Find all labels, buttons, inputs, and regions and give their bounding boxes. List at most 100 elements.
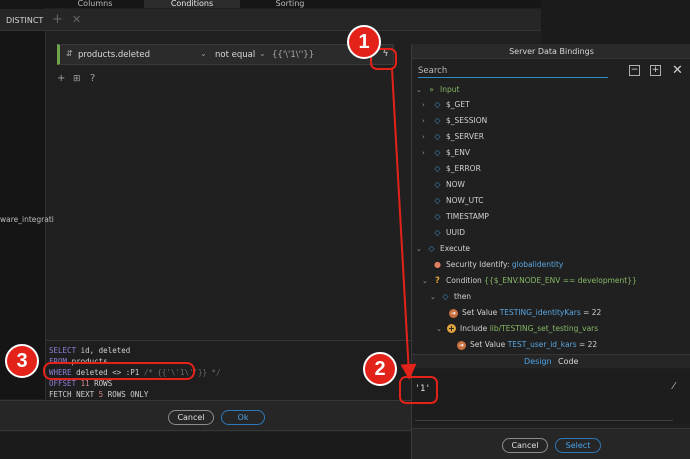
tree-item-label: Condition [446,276,485,285]
tree-item-value: lib/TESTING_set_testing_vars [489,324,599,333]
cube-icon: ◇ [434,180,441,189]
cube-icon: ◇ [434,164,441,173]
search-input[interactable] [418,65,608,78]
tree-item-now[interactable]: ◇ NOW [432,177,465,192]
tree-item-then[interactable]: ⌄ ◇ then [430,289,471,304]
tab-design[interactable]: Design [524,357,552,366]
chevron-right-icon[interactable]: › [422,98,432,113]
tree-item-condition[interactable]: ⌄? Condition {{$_ENV.NODE_ENV == developm… [422,273,637,288]
tree-item-now-utc[interactable]: ◇ NOW_UTC [432,193,484,208]
expression-value[interactable]: '1' [415,384,430,394]
chevron-down-icon[interactable]: ⌄ [422,274,432,289]
tree-item-error[interactable]: ◇ $_ERROR [432,161,481,176]
tree-item-security[interactable]: ● Security Identify: globalidentity [432,257,563,272]
tree-item-set-value[interactable]: ➜ Set Value TEST_user_id_kars = 22 [456,337,597,350]
chevron-right-icon[interactable]: › [422,130,432,145]
sql-keyword: WHERE [49,368,72,377]
tree-item-label: Set Value [462,308,500,317]
chevron-right-icon[interactable]: › [422,146,432,161]
sql-number: 11 [76,379,90,388]
user-icon: ● [434,260,441,269]
tree-item-timestamp[interactable]: ◇ TIMESTAMP [432,209,488,224]
sql-text: products [67,357,108,366]
double-chevron-icon: » [429,85,434,94]
tree-item-set-value[interactable]: ➜ Set Value TESTING_identityKars = 22 [448,305,601,320]
cube-icon: ◇ [428,244,435,253]
divider [415,420,673,421]
expression-editor[interactable]: '1' ⁄ [412,369,690,424]
bindings-tree: ⌄» Input › ◇ $_GET › ◇ $_SESSION › ◇ $_SERVER ›… [412,82,690,350]
tab-columns[interactable]: Columns [45,0,145,8]
add-rule-icon[interactable]: + [57,73,65,84]
collapse-all-icon[interactable]: − [629,65,640,76]
tree-item-uuid[interactable]: ◇ UUID [432,225,465,240]
action-icon-wrap: + [446,321,457,336]
tree-item-label: then [454,292,472,301]
sql-line-offset: OFFSET 11 ROWS [49,378,411,389]
tree-item-value: = 22 [576,340,598,349]
add-group-icon[interactable]: ⊞ [73,74,81,84]
condition-field-select[interactable]: products.deleted [78,50,150,60]
cancel-button[interactable]: Cancel [502,438,548,453]
sql-text: ROWS [89,379,113,388]
action-icon-wrap: ➜ [456,337,467,350]
tree-item-value: = 22 [580,308,602,317]
question-icon: ? [435,276,440,286]
chevron-down-icon[interactable]: ⌄ [416,242,426,257]
sql-line-where: WHERE deleted <> :P1 /* {{'\'1\''}} */ [49,367,411,378]
cancel-button[interactable]: Cancel [168,410,214,425]
cube-icon: ◇ [434,116,441,125]
tab-code[interactable]: Code [558,357,578,366]
sql-keyword: FROM [49,357,68,366]
sql-keyword: OFFSET [49,379,77,388]
distinct-toolbar: DISTINCT + ✕ [0,9,541,31]
tree-item-session[interactable]: › ◇ $_SESSION [422,113,487,128]
ok-button[interactable]: Ok [221,410,265,425]
tree-item-value: {{$_ENV.NODE_ENV == development}} [484,276,637,285]
sql-line-fetch: FETCH NEXT 5 ROWS ONLY [49,389,411,400]
chevron-right-icon[interactable]: › [422,114,432,129]
remove-icon[interactable]: ✕ [72,13,81,26]
add-icon[interactable]: + [52,12,63,27]
annotation-badge: 2 [363,352,397,386]
tree-item-value: TESTING_identityKars [499,308,581,317]
condition-value-input[interactable]: {{'\'1\''}} [272,50,314,60]
close-icon[interactable]: ✕ [672,63,683,78]
chevron-down-icon[interactable]: ⌄ [430,290,440,305]
arrow-right-icon: ➜ [457,341,466,350]
tree-item-include[interactable]: ⌄ + Include lib/TESTING_set_testing_vars [436,321,598,336]
condition-operator-select[interactable]: not equal [215,50,255,60]
expand-all-icon[interactable]: + [650,65,661,76]
chevron-down-icon[interactable]: ⌄ [200,49,207,58]
tree-item-server[interactable]: › ◇ $_SERVER [422,129,484,144]
magic-wand-icon[interactable]: ⁄ [673,381,675,392]
tree-item-input[interactable]: ⌄» Input [416,82,459,97]
tree-item-label: Input [440,85,460,94]
sql-text: deleted <> :P1 [71,368,144,377]
builder-footer: Cancel Ok [0,400,411,431]
tab-sorting[interactable]: Sorting [240,0,340,8]
distinct-toggle[interactable]: DISTINCT [6,16,43,25]
dynamic-data-icon[interactable]: ϟ [379,48,392,61]
tree-item-env[interactable]: › ◇ $_ENV [422,145,470,160]
chevron-down-icon[interactable]: ⌄ [416,83,426,98]
cube-icon: ◇ [434,228,441,237]
tree-item-get[interactable]: › ◇ $_GET [422,97,470,112]
plus-circle-icon: + [447,324,456,333]
sort-icon[interactable]: ⇵ [66,49,73,58]
tree-item-execute[interactable]: ⌄ ◇ Execute [416,241,470,256]
tree-item-label: NOW_UTC [446,196,484,205]
tree-item-label: $_ERROR [446,164,481,173]
select-button[interactable]: Select [555,438,601,453]
tree-item-label: UUID [446,228,465,237]
help-icon[interactable]: ? [90,73,95,84]
panel-title: Server Data Bindings [412,44,690,59]
chevron-down-icon[interactable]: ⌄ [436,322,446,337]
tree-item-value: TEST_user_id_kars [507,340,577,349]
sql-comment: /* {{'\'1\''}} */ [143,368,221,377]
condition-actions: + ⊞ ? [57,73,117,85]
tree-item-value: globalidentity [511,260,564,269]
sql-keyword: SELECT [49,346,77,355]
chevron-down-icon[interactable]: ⌄ [259,49,266,58]
tab-conditions[interactable]: Conditions [144,0,240,8]
